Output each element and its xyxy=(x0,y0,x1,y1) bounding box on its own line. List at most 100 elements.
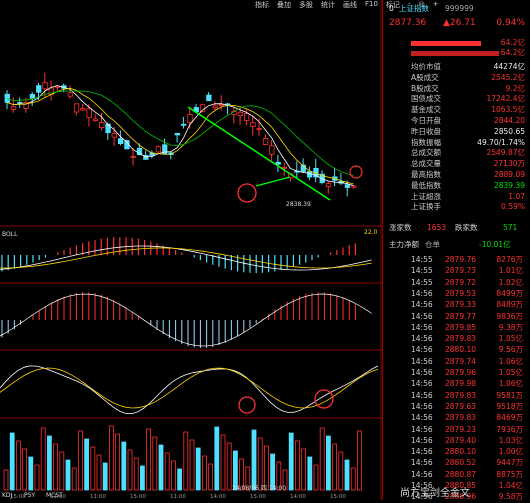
volume-bar xyxy=(78,430,83,491)
stat-2: B股成交 9.2亿 xyxy=(383,84,530,94)
candle-body xyxy=(306,171,313,178)
stat-4-value: 1063.5亿 xyxy=(491,105,525,115)
stat-0-value: 44274亿 xyxy=(493,62,525,71)
candle-body xyxy=(206,94,212,102)
candle-body xyxy=(344,184,351,188)
volume-bar xyxy=(288,432,294,491)
stat-10-value: 2889.09 xyxy=(493,170,525,179)
tick-time: 14:56 xyxy=(411,447,433,457)
tick-price: 2879.72 xyxy=(445,277,477,287)
volume-bar xyxy=(201,455,207,491)
price-change: ▲26.71 xyxy=(443,18,476,28)
stat-9-label: 总成交量 xyxy=(411,159,441,169)
volume-bar xyxy=(195,447,201,491)
candle-body xyxy=(256,128,262,130)
candle-body xyxy=(351,185,357,188)
tick-row: 14:56 2879.40 1.03亿 xyxy=(383,435,530,446)
tick-row: 14:56 2879.85 9.38万 xyxy=(383,322,530,333)
tick-time: 14:56 xyxy=(411,345,433,355)
candle-body xyxy=(80,108,86,111)
volume-bar xyxy=(15,440,21,491)
tick-time: 14:55 xyxy=(411,266,433,276)
stat-0: 均价市值 44274亿 xyxy=(383,62,530,72)
stat-7-label: 指数振幅 xyxy=(411,137,441,147)
menu-item-2[interactable]: 多股 xyxy=(299,0,313,11)
tick-volume: 1.00亿 xyxy=(498,447,523,457)
candle-body xyxy=(275,161,281,165)
tick-row: 14:56 2880.87 8875万 xyxy=(383,469,530,480)
stat-12: 上证超涨 1.07 xyxy=(383,192,530,202)
tick-price: 2879.53 xyxy=(445,288,477,298)
time-axis-label: 15:00 xyxy=(330,494,346,500)
candle-body xyxy=(243,113,250,121)
osc-level: 22.0 xyxy=(364,229,378,236)
stat-0-label: 均价市值 xyxy=(411,62,441,71)
volume-bar xyxy=(22,448,28,491)
volume-bar xyxy=(65,459,71,491)
osc-line xyxy=(0,293,372,347)
stat-2-label: B股成交 xyxy=(411,83,439,93)
volume-bar xyxy=(109,425,114,491)
time-axis-label: 14:00 xyxy=(210,494,226,500)
candle-body xyxy=(36,85,42,93)
stat-8-value: 2549.87亿 xyxy=(486,148,525,158)
volume-bar xyxy=(47,435,52,491)
tick-price: 2879.63 xyxy=(445,401,477,411)
tick-volume: 9836万 xyxy=(496,311,523,321)
time-axis-label: 15:00 xyxy=(250,494,266,500)
tick-time: 14:56 xyxy=(411,288,433,298)
tick-price: 2879.40 xyxy=(445,435,477,445)
volume-bar xyxy=(344,459,350,491)
tick-volume: 7936万 xyxy=(496,424,523,434)
tick-volume: 1.05亿 xyxy=(498,334,523,344)
volume-bar xyxy=(307,456,313,491)
menu-item-3[interactable]: 统计 xyxy=(321,0,335,11)
tick-time: 14:56 xyxy=(411,322,433,332)
candle-body xyxy=(281,166,288,169)
kline-chart-area[interactable]: 2840282028002780276027402720270026802660… xyxy=(0,0,382,500)
candle-body xyxy=(10,106,17,110)
volume-bar xyxy=(263,445,269,491)
tick-price: 2880.10 xyxy=(445,447,477,457)
menu-item-1[interactable]: 叠加 xyxy=(277,0,291,11)
time-axis-label: 11:00 xyxy=(170,494,186,500)
tick-row: 14:56 2879.96 1.05亿 xyxy=(383,367,530,378)
tick-row: 14:56 2879.63 9518万 xyxy=(383,401,530,412)
stat-13-label: 上证换手 xyxy=(411,202,441,212)
menu-item-5[interactable]: F10 xyxy=(365,0,378,11)
tick-volume: 8469万 xyxy=(496,413,523,423)
volume-bar xyxy=(208,463,214,491)
tick-row: 14:56 2879.53 8499万 xyxy=(383,288,530,299)
volume-bar xyxy=(214,426,220,491)
tick-volume: 8875万 xyxy=(496,469,523,479)
tick-time: 14:56 xyxy=(411,401,433,411)
volume-bar xyxy=(115,433,120,491)
tick-row: 14:56 2880.52 9447万 xyxy=(383,457,530,468)
updown-down: 571 xyxy=(503,223,518,232)
menu-item-0[interactable]: 指标 xyxy=(255,0,269,11)
candle-body xyxy=(237,111,244,116)
tick-volume: 8499万 xyxy=(496,288,523,298)
volume-bar xyxy=(226,442,232,491)
candle-body xyxy=(218,104,225,106)
candle-body xyxy=(199,104,206,113)
candle-body xyxy=(155,146,162,153)
watermark: 尚方宝剑全金文 xyxy=(400,488,470,499)
stat-7: 指数振幅 49.70/1.74% xyxy=(383,138,530,148)
menu-item-4[interactable]: 画线 xyxy=(343,0,357,11)
stat-10: 最高指数 2889.09 xyxy=(383,170,530,180)
updown-down_label: 跌家数 xyxy=(455,223,478,232)
flow-row: 主力净额 仓单 -10.01亿 xyxy=(383,240,530,250)
index-name: 上证指数 xyxy=(399,4,429,13)
stat-9-value: 27130万 xyxy=(493,159,525,169)
stat-5: 今日开盘 2844.20 xyxy=(383,116,530,126)
volume-bar xyxy=(40,427,46,491)
tick-row: 14:55 2879.73 1.01亿 xyxy=(383,265,530,276)
stat-9: 总成交量 27130万 xyxy=(383,159,530,169)
volume-bar xyxy=(356,430,362,491)
flow-label: 主力净额 xyxy=(389,240,419,249)
volume-bar xyxy=(28,456,34,491)
macd-dea xyxy=(0,247,372,269)
tick-volume: 1.06亿 xyxy=(498,379,523,389)
tick-volume: 9447万 xyxy=(496,458,523,468)
